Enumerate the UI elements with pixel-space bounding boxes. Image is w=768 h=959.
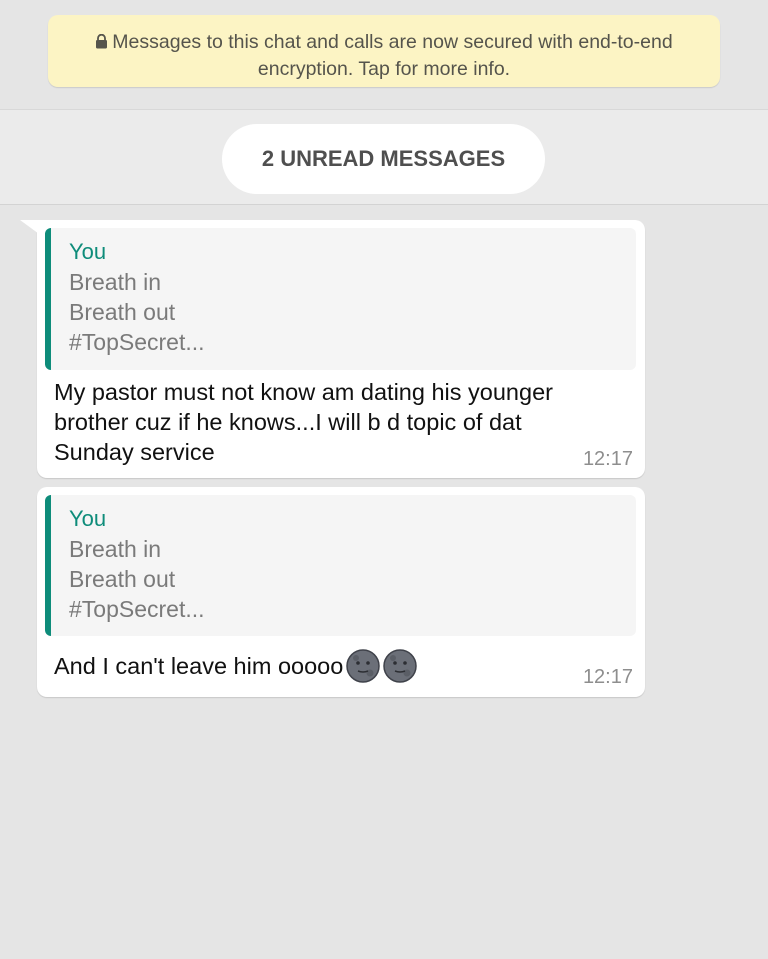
encryption-notice-line2: encryption. Tap for more info. bbox=[257, 58, 511, 80]
message-text-line: Sunday service bbox=[54, 439, 215, 465]
message-bubble[interactable]: You Breath in Breath out #TopSecret... M… bbox=[20, 220, 645, 478]
message-text-line: brother cuz if he knows...I will b d top… bbox=[54, 409, 522, 435]
quoted-text-line: #TopSecret... bbox=[69, 329, 205, 355]
message-timestamp: 12:17 bbox=[582, 448, 633, 470]
quoted-message[interactable]: You Breath in Breath out #TopSecret... bbox=[45, 495, 636, 636]
quoted-author: You bbox=[69, 239, 107, 264]
quoted-author: You bbox=[69, 506, 107, 531]
unread-messages-divider: 2 UNREAD MESSAGES bbox=[0, 109, 768, 205]
new-moon-face-icon bbox=[346, 649, 381, 683]
quoted-text-line: Breath out bbox=[69, 299, 176, 325]
quoted-text-line: #TopSecret... bbox=[69, 596, 205, 622]
message-text: And I can't leave him ooooo bbox=[54, 649, 614, 683]
message-text-line: My pastor must not know am dating his yo… bbox=[54, 379, 553, 405]
encryption-notice-line1: Messages to this chat and calls are now … bbox=[68, 29, 700, 56]
quoted-text-line: Breath in bbox=[69, 269, 162, 295]
lock-icon bbox=[96, 34, 108, 49]
encryption-notice-text-1: Messages to this chat and calls are now … bbox=[112, 31, 673, 53]
message-timestamp: 12:17 bbox=[582, 666, 633, 688]
encryption-notice[interactable]: Messages to this chat and calls are now … bbox=[48, 15, 720, 87]
message-text: My pastor must not know am dating his yo… bbox=[54, 377, 614, 467]
message-bubble[interactable]: You Breath in Breath out #TopSecret... A… bbox=[37, 487, 645, 697]
quoted-message[interactable]: You Breath in Breath out #TopSecret... bbox=[45, 228, 636, 370]
new-moon-face-icon bbox=[383, 649, 418, 683]
chat-top-area: Messages to this chat and calls are now … bbox=[0, 0, 768, 109]
unread-messages-badge: 2 UNREAD MESSAGES bbox=[222, 124, 545, 194]
quoted-text-line: Breath in bbox=[69, 536, 162, 562]
quoted-text-line: Breath out bbox=[69, 566, 176, 592]
message-text-content: And I can't leave him ooooo bbox=[54, 653, 344, 679]
